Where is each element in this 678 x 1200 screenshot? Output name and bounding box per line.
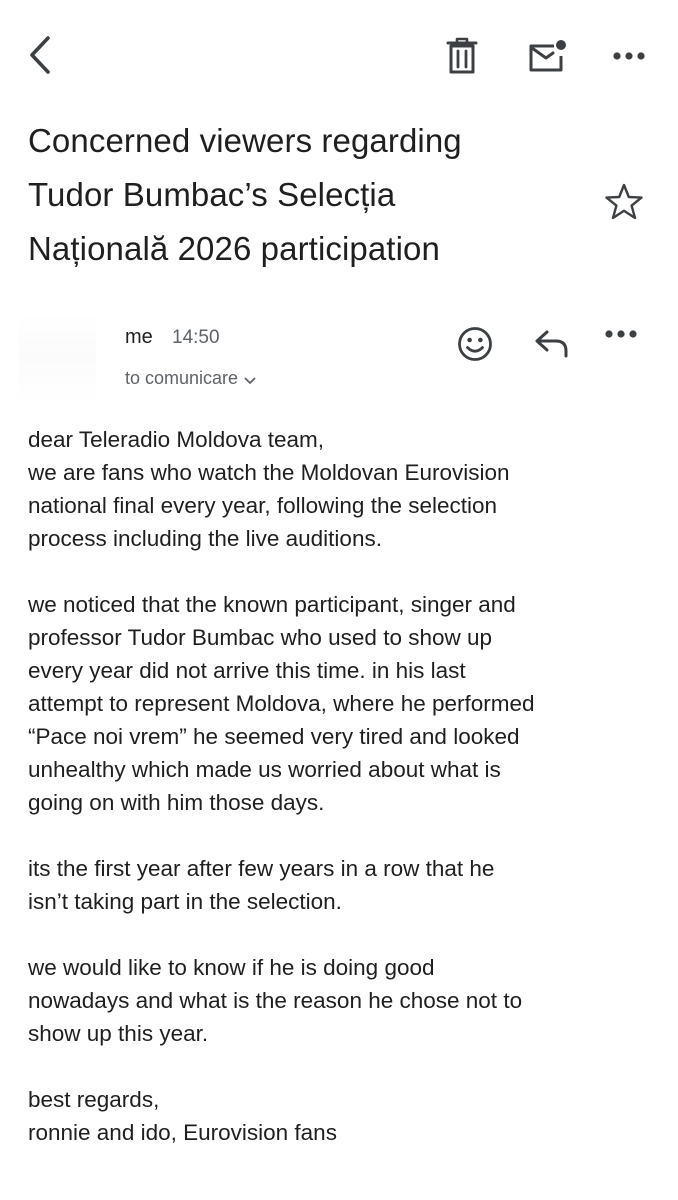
reply-button[interactable] bbox=[532, 325, 576, 367]
body-line: going on with him those days. bbox=[28, 790, 325, 815]
top-toolbar bbox=[0, 0, 678, 110]
chevron-left-icon bbox=[27, 35, 53, 75]
body-paragraph: best regards, ronnie and ido, Eurovision… bbox=[28, 1083, 668, 1149]
more-horizontal-icon bbox=[605, 326, 637, 343]
sent-time: 14:50 bbox=[172, 327, 220, 348]
body-line: we noticed that the known participant, s… bbox=[28, 592, 516, 617]
body-line: best regards, bbox=[28, 1087, 160, 1112]
body-line: professor Tudor Bumbac who used to show … bbox=[28, 625, 493, 650]
body-line: “Pace noi vrem” he seemed very tired and… bbox=[28, 724, 520, 749]
more-horizontal-icon bbox=[613, 51, 645, 61]
message-more-button[interactable] bbox=[605, 326, 653, 366]
smiley-icon bbox=[456, 327, 494, 367]
body-line: we would like to know if he is doing goo… bbox=[28, 955, 435, 980]
body-paragraph: its the first year after few years in a … bbox=[28, 852, 668, 918]
chevron-down-icon bbox=[244, 369, 256, 390]
trash-icon bbox=[446, 37, 478, 75]
body-paragraph: dear Teleradio Moldova team, we are fans… bbox=[28, 423, 668, 555]
body-line: attempt to represent Moldova, where he p… bbox=[28, 691, 535, 716]
sender-name: me bbox=[125, 326, 153, 348]
message-body: dear Teleradio Moldova team, we are fans… bbox=[28, 423, 668, 1149]
mark-unread-button[interactable] bbox=[522, 34, 572, 78]
body-line: dear Teleradio Moldova team, bbox=[28, 427, 325, 452]
body-line: show up this year. bbox=[28, 1021, 209, 1046]
star-button[interactable] bbox=[604, 182, 648, 226]
add-reaction-button[interactable] bbox=[456, 325, 498, 367]
recipient-label: to comunicare bbox=[125, 368, 239, 388]
star-outline-icon bbox=[604, 183, 644, 226]
email-view: Concerned viewers regarding Tudor Bumbac… bbox=[0, 0, 678, 1200]
body-line: unhealthy which made us worried about wh… bbox=[28, 757, 501, 782]
subject-line: Concerned viewers regarding bbox=[28, 122, 462, 159]
body-paragraph: we would like to know if he is doing goo… bbox=[28, 951, 668, 1050]
delete-button[interactable] bbox=[440, 34, 484, 78]
body-paragraph: we noticed that the known participant, s… bbox=[28, 588, 668, 819]
reply-icon bbox=[532, 330, 572, 365]
body-line: ronnie and ido, Eurovision fans bbox=[28, 1120, 337, 1145]
back-button[interactable] bbox=[20, 32, 60, 78]
avatar[interactable] bbox=[18, 312, 96, 404]
body-line: process including the live auditions. bbox=[28, 526, 382, 551]
recipient-details-toggle[interactable]: to comunicare bbox=[125, 367, 256, 390]
body-line: isn’t taking part in the selection. bbox=[28, 889, 342, 914]
body-line: every year did not arrive this time. in … bbox=[28, 658, 466, 683]
email-subject: Concerned viewers regarding Tudor Bumbac… bbox=[28, 114, 588, 276]
more-options-button[interactable] bbox=[605, 36, 653, 76]
mail-unread-icon bbox=[527, 38, 567, 74]
body-line: its the first year after few years in a … bbox=[28, 856, 495, 881]
body-line: we are fans who watch the Moldovan Eurov… bbox=[28, 460, 510, 485]
body-line: national final every year, following the… bbox=[28, 493, 498, 518]
subject-line: Națională 2026 participation bbox=[28, 230, 440, 267]
subject-line: Tudor Bumbac’s Selecția bbox=[28, 176, 396, 213]
body-line: nowadays and what is the reason he chose… bbox=[28, 988, 523, 1013]
